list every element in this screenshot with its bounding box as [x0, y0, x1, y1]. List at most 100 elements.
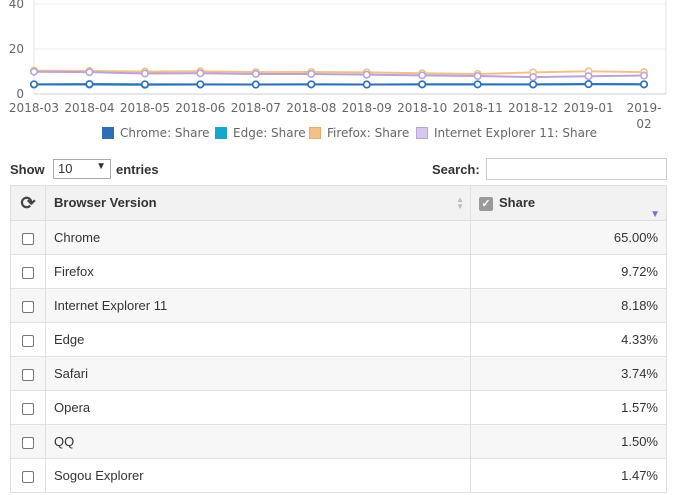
row-select-cell: [10, 322, 46, 357]
browser-name: Safari: [45, 356, 471, 391]
x-tick-label: 2018-06: [175, 101, 225, 115]
legend-label-firefox: Firefox: Share: [327, 126, 410, 140]
data-point-internet-explorer-11: [251, 69, 260, 78]
share-value: 9.72%: [470, 254, 667, 289]
data-point-chrome: [584, 80, 593, 89]
row-select-cell: [10, 220, 46, 255]
share-header-label: Share: [499, 195, 536, 210]
table-row[interactable]: Chrome 65.00%: [10, 220, 667, 255]
data-point-internet-explorer-11: [362, 70, 371, 79]
checkbox-checked-icon[interactable]: ✓: [479, 196, 493, 211]
data-point-internet-explorer-11: [529, 73, 538, 82]
data-point-chrome: [85, 80, 94, 89]
sort-desc-icon: ▼: [650, 209, 660, 220]
share-value: 1.50%: [470, 424, 667, 459]
x-tick-label: 2018-03: [9, 101, 59, 115]
data-point-internet-explorer-11: [85, 68, 94, 77]
table-row[interactable]: QQ 1.50%: [10, 424, 667, 459]
data-point-internet-explorer-11: [140, 69, 149, 78]
legend-swatch-chrome: [102, 127, 114, 139]
x-tick-label: 2018-12: [508, 101, 558, 115]
entries-length-select[interactable]: 10 ▼: [53, 159, 111, 179]
row-checkbox[interactable]: [22, 232, 34, 245]
share-value: 65.00%: [470, 220, 667, 255]
legend-ie11[interactable]: Internet Explorer 11: Share: [416, 126, 597, 140]
data-point-internet-explorer-11: [196, 69, 205, 78]
data-point-chrome: [529, 80, 538, 89]
legend-label-chrome: Chrome: Share: [120, 126, 210, 140]
table-header-row: ⟳ Browser Version ▲ ▼ ✓ Share ▼: [10, 185, 667, 221]
data-point-internet-explorer-11: [29, 67, 38, 76]
browser-share-table: ⟳ Browser Version ▲ ▼ ✓ Share ▼ Chrome 65.…: [10, 185, 667, 493]
table-row[interactable]: Opera 1.57%: [10, 390, 667, 425]
browser-name: Edge: [45, 322, 471, 357]
row-checkbox[interactable]: [22, 334, 34, 347]
share-header[interactable]: ✓ Share ▼: [470, 185, 667, 221]
table-row[interactable]: Sogou Explorer 1.47%: [10, 458, 667, 493]
sort-both-icon: ▲ ▼: [456, 195, 464, 211]
browser-name: Sogou Explorer: [45, 458, 471, 493]
share-value: 8.18%: [470, 288, 667, 323]
data-point-chrome: [140, 80, 149, 89]
data-point-internet-explorer-11: [473, 72, 482, 81]
y-tick-label: 40: [9, 0, 24, 11]
x-tick-label: 2018-04: [64, 101, 114, 115]
share-value: 4.33%: [470, 322, 667, 357]
browser-name: QQ: [45, 424, 471, 459]
legend-edge[interactable]: Edge: Share: [215, 126, 306, 140]
row-checkbox[interactable]: [22, 436, 34, 449]
x-tick-label: 2019-: [627, 101, 662, 115]
y-tick-label: 0: [16, 87, 24, 101]
data-point-chrome: [362, 80, 371, 89]
x-tick-label: 2018-10: [397, 101, 447, 115]
search-input[interactable]: [486, 158, 667, 180]
row-select-cell: [10, 254, 46, 289]
browser-version-header[interactable]: Browser Version ▲ ▼: [45, 185, 471, 221]
row-select-cell: [10, 356, 46, 391]
data-point-chrome: [639, 80, 648, 89]
x-tick-label: 2018-08: [286, 101, 336, 115]
table-controls: Show 10 ▼ entries Search:: [10, 158, 667, 182]
legend-firefox[interactable]: Firefox: Share: [309, 126, 409, 140]
x-tick-label: 2018-11: [453, 101, 503, 115]
entries-label: entries: [116, 162, 159, 177]
share-value: 1.57%: [470, 390, 667, 425]
row-checkbox[interactable]: [22, 300, 34, 313]
browser-name: Internet Explorer 11: [45, 288, 471, 323]
table-row[interactable]: Firefox 9.72%: [10, 254, 667, 289]
table-row[interactable]: Internet Explorer 11 8.18%: [10, 288, 667, 323]
row-checkbox[interactable]: [22, 402, 34, 415]
row-checkbox[interactable]: [22, 470, 34, 483]
share-value: 1.47%: [470, 458, 667, 493]
browser-name: Chrome: [45, 220, 471, 255]
refresh-icon[interactable]: ⟳: [11, 186, 45, 220]
data-point-internet-explorer-11: [639, 71, 648, 80]
row-checkbox[interactable]: [22, 266, 34, 279]
row-checkbox[interactable]: [22, 368, 34, 381]
data-point-internet-explorer-11: [418, 71, 427, 80]
data-point-chrome: [196, 80, 205, 89]
legend-swatch-firefox: [309, 127, 321, 139]
row-select-cell: [10, 424, 46, 459]
table-row[interactable]: Safari 3.74%: [10, 356, 667, 391]
data-point-chrome: [307, 80, 316, 89]
search-label: Search:: [432, 162, 480, 177]
legend-chrome[interactable]: Chrome: Share: [102, 126, 210, 140]
row-select-cell: [10, 390, 46, 425]
length-value: 10: [58, 161, 73, 176]
browser-name: Opera: [45, 390, 471, 425]
y-tick-label: 20: [9, 42, 24, 56]
x-tick-label: 2018-07: [231, 101, 281, 115]
chart-legend: Chrome: Share Edge: Share Firefox: Share…: [0, 126, 683, 144]
table-row[interactable]: Edge 4.33%: [10, 322, 667, 357]
chevron-down-icon: ▼: [96, 161, 106, 172]
data-point-chrome: [473, 80, 482, 89]
data-point-chrome: [251, 80, 260, 89]
share-value: 3.74%: [470, 356, 667, 391]
row-select-cell: [10, 288, 46, 323]
row-select-cell: [10, 458, 46, 493]
data-point-chrome: [418, 80, 427, 89]
x-tick-label: 2018-05: [120, 101, 170, 115]
refresh-header[interactable]: ⟳: [10, 185, 46, 221]
data-point-chrome: [29, 80, 38, 89]
